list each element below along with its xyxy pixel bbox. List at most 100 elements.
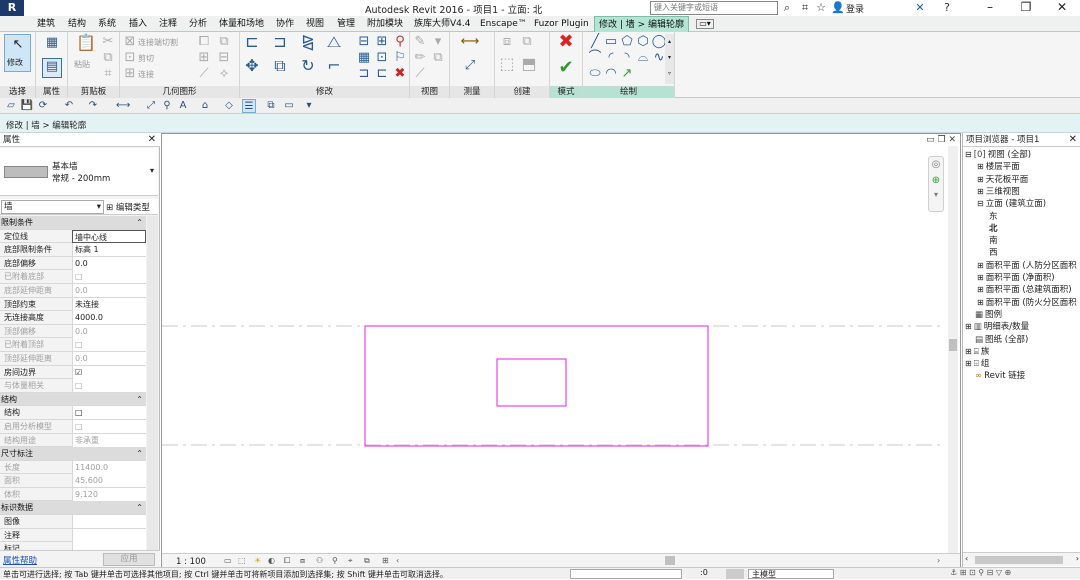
dimension-qat-icon[interactable]: ⤢ <box>144 99 158 113</box>
move-icon[interactable]: ✥ <box>244 58 260 74</box>
partial-ellipse-icon[interactable]: ◠ <box>603 66 619 82</box>
property-value[interactable]: 9.120 <box>72 487 146 501</box>
tab-architecture[interactable]: 建筑 <box>37 16 55 32</box>
center-ends-arc-icon[interactable]: ◜ <box>603 50 619 66</box>
expand-icon[interactable]: ⊞ <box>977 261 984 270</box>
property-row[interactable]: 无连接高度 4000.0 <box>0 311 146 325</box>
property-checkbox[interactable]: □ <box>72 270 146 284</box>
binoculars-icon[interactable]: ⌕ <box>780 1 794 15</box>
tab-enscape[interactable]: Enscape™ <box>480 16 527 32</box>
view-scale[interactable]: 1 : 100 <box>176 557 206 567</box>
project-browser-close-icon[interactable]: ✕ <box>1069 133 1077 147</box>
text-qat-icon[interactable]: A <box>176 99 190 113</box>
navbar-options-icon[interactable]: ▾ <box>929 189 943 201</box>
property-value[interactable]: 0.0 <box>72 351 146 365</box>
chevron-down-icon[interactable]: ▾ <box>150 166 154 175</box>
property-row[interactable]: 结构 □ <box>0 406 146 420</box>
open-icon[interactable]: ▱ <box>4 99 18 113</box>
browser-tree-item[interactable]: ⊞ 天花板平面 <box>977 174 1028 186</box>
user-icon[interactable]: 👤 <box>831 1 845 15</box>
checkbox-glyph[interactable]: □ <box>75 272 83 281</box>
search-input[interactable]: 键入关键字或短语 <box>650 1 778 15</box>
property-row[interactable]: 定位线 墙中心线 <box>0 229 146 244</box>
browser-tree-item[interactable]: ⊞ 楼层平面 <box>977 161 1020 173</box>
inscribed-polygon-icon[interactable]: ⬠ <box>619 34 635 50</box>
property-checkbox[interactable]: ☑ <box>72 365 146 379</box>
opening-profile-outline[interactable] <box>496 358 567 407</box>
property-value[interactable]: 未连接 <box>72 297 146 311</box>
rectangle-icon[interactable]: ▭ <box>603 34 619 50</box>
finish-edit-icon[interactable]: ✔ <box>558 59 574 77</box>
trim-single-icon[interactable]: ⊏ <box>374 66 390 82</box>
tab-addins[interactable]: 附加模块 <box>367 16 403 32</box>
tab-insert[interactable]: 插入 <box>129 16 147 32</box>
collapse-icon[interactable]: ⊟ <box>977 199 984 208</box>
property-section[interactable]: 限制条件 ⌃ <box>0 216 146 230</box>
crop-view-icon[interactable]: ⧠ <box>284 556 290 566</box>
mirror-draw-icon[interactable]: ⧍ <box>326 34 342 50</box>
align-icon[interactable]: ⊏ <box>244 34 260 50</box>
property-value[interactable] <box>72 515 146 529</box>
workset-dropdown[interactable] <box>570 569 682 579</box>
expand-icon[interactable]: ⊞ <box>965 347 972 356</box>
help-icon[interactable]: ? <box>940 1 954 15</box>
offset-icon[interactable]: ⊐ <box>272 34 288 50</box>
browser-tree-item[interactable]: ▤ 图纸 (全部) <box>965 334 1028 346</box>
property-value[interactable]: 非承重 <box>72 433 146 447</box>
fillet-arc-icon[interactable]: ⌓ <box>635 50 651 66</box>
aligned-dimension-icon[interactable]: ⤢ <box>456 58 484 74</box>
edit-type-button[interactable]: ⊞ 编辑类型 <box>106 201 150 213</box>
browser-scroll-thumb[interactable] <box>975 556 1063 564</box>
property-row[interactable]: 体积 9.120 <box>0 487 146 502</box>
tab-manage[interactable]: 管理 <box>337 16 355 32</box>
tab-fuzor[interactable]: Fuzor Plugin <box>534 16 589 32</box>
visual-style-icon[interactable]: ⬚ <box>238 556 246 565</box>
property-section[interactable]: 标识数据 ⌃ <box>0 501 146 516</box>
selection-filter-icons[interactable]: ⚓ ⊞ ⊡ ⚲ ⊟ ▽ ⊕ <box>950 568 1011 577</box>
property-value[interactable]: 标高 1 <box>72 243 146 257</box>
collapse-icon[interactable]: ⌃ <box>136 393 143 406</box>
type-selector[interactable]: 基本墙 常规 - 200mm ▾ <box>0 148 158 196</box>
thin-lines-icon[interactable]: ☰ <box>242 99 256 113</box>
browser-tree-item[interactable]: ⊟ [0] 视图 (全部) <box>965 149 1031 161</box>
scroll-right-icon[interactable]: › <box>937 556 940 565</box>
split-element-icon[interactable]: ⊟ <box>356 34 372 50</box>
line-icon[interactable]: ╱ <box>587 34 603 50</box>
copy-element-icon[interactable]: ⧉ <box>272 58 288 74</box>
browser-tree-item[interactable]: ⊞ 面积平面 (防火分区面积 <box>977 297 1077 309</box>
expand-icon[interactable]: ⊞ <box>965 359 972 368</box>
checkbox-glyph[interactable]: □ <box>75 408 83 417</box>
scroll-left-icon[interactable]: ‹ <box>965 554 968 563</box>
modify-tool-button[interactable]: ↖ 修改 <box>4 34 31 72</box>
tab-systems[interactable]: 系统 <box>98 16 116 32</box>
detail-level-icon[interactable]: ▭ <box>224 556 232 565</box>
tab-view[interactable]: 视图 <box>306 16 324 32</box>
expand-icon[interactable]: ⊞ <box>977 285 984 294</box>
close-button[interactable]: ✕ <box>1044 0 1080 16</box>
tab-collaborate[interactable]: 协作 <box>276 16 294 32</box>
property-value[interactable]: 11400.0 <box>72 460 146 474</box>
browser-tree-item[interactable]: ▦ 图例 <box>965 309 1002 321</box>
measure-between-icon[interactable]: ⟷ <box>456 34 484 50</box>
design-option-dropdown[interactable]: 主模型 <box>748 569 834 579</box>
maximize-button[interactable]: ❐ <box>1008 0 1044 16</box>
cancel-edit-icon[interactable]: ✖ <box>558 33 574 51</box>
redo-icon[interactable]: ↷ <box>86 99 100 113</box>
trim-extend-icon[interactable]: ⌐ <box>326 58 342 74</box>
property-row[interactable]: 底部偏移 0.0 <box>0 256 146 271</box>
property-row[interactable]: 面积 45.600 <box>0 474 146 488</box>
expand-icon[interactable]: ⊞ <box>977 298 984 307</box>
property-value[interactable]: 墙中心线 <box>72 229 146 243</box>
crop-region-icon[interactable]: ⧈ <box>300 556 305 566</box>
tangent-arc-icon[interactable]: ◝ <box>619 50 635 66</box>
property-row[interactable]: 启用分析模型 □ <box>0 419 146 434</box>
tab-massing-site[interactable]: 体量和场地 <box>219 16 264 32</box>
trim-multiple-icon[interactable]: ⊐ <box>356 66 372 82</box>
editable-only-toggle[interactable] <box>726 569 744 579</box>
browser-tree-item[interactable]: 东 <box>989 211 998 223</box>
scale-icon[interactable]: ⊡ <box>374 50 390 66</box>
property-row[interactable]: 长度 11400.0 <box>0 460 146 475</box>
3d-view-icon[interactable]: ⌂ <box>198 99 212 113</box>
zoom-icon[interactable]: ⊕ <box>929 173 943 189</box>
panel-select-label[interactable]: 选择 <box>0 86 35 98</box>
